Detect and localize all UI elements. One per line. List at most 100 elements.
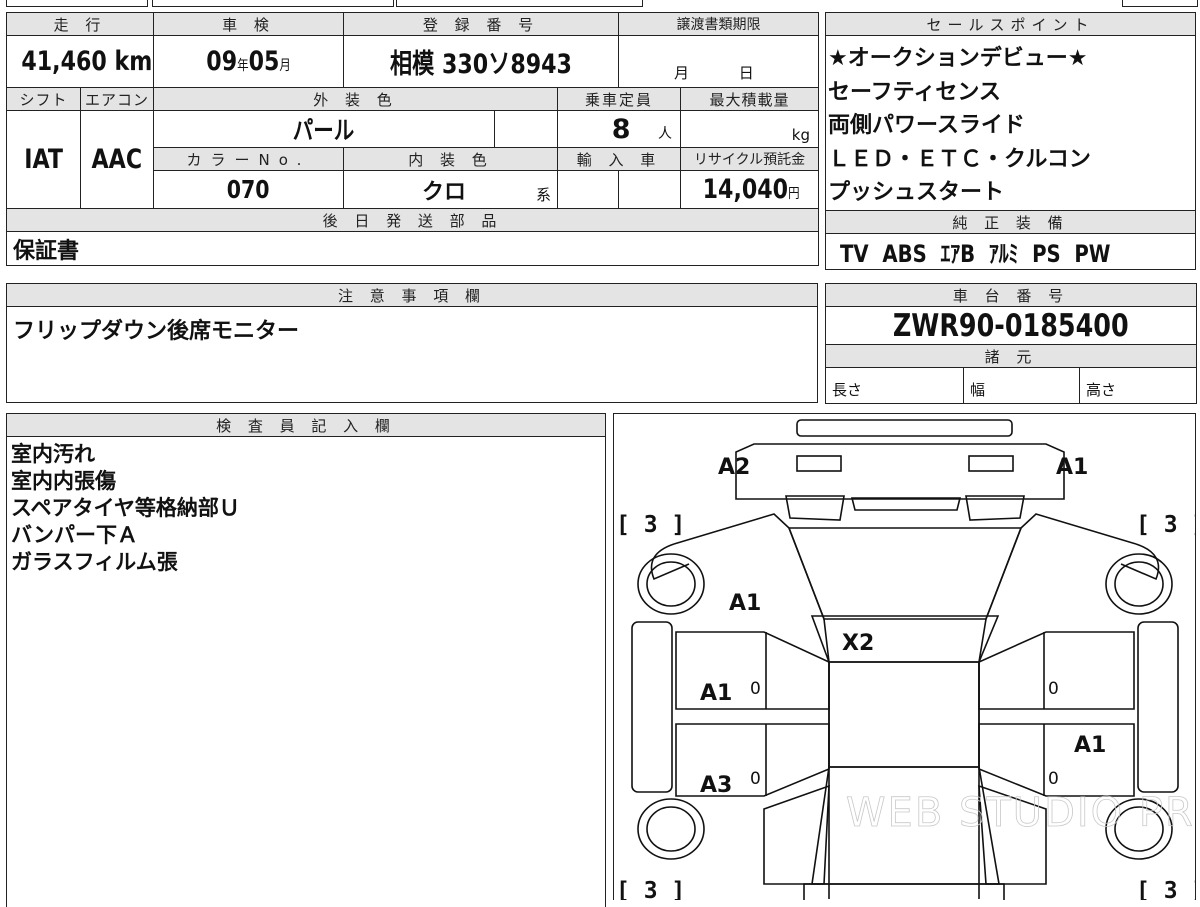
interior-color-cell: クロ 系: [343, 170, 558, 209]
spec-height-label: 高さ: [1078, 367, 1198, 404]
transfer-deadline-label: 譲渡書類期限: [618, 12, 819, 36]
recycle-value: 14,040: [702, 174, 788, 205]
mileage-unit: km: [114, 46, 153, 77]
inspector-note: バンパー下Ａ: [11, 523, 139, 547]
left-side-sill: [631, 621, 673, 793]
sales-points-label: セールスポイント: [825, 12, 1196, 36]
exterior-color-value: パール: [153, 110, 495, 148]
code-front-left: A2: [718, 455, 750, 480]
inspector-note: 室内内張傷: [11, 469, 116, 493]
front-bumper-outline: [735, 443, 1065, 500]
recycle-label: リサイクル預託金: [680, 147, 819, 171]
aircon-value: AAC: [80, 110, 154, 209]
notes-label: 注 意 事 項 欄: [6, 283, 818, 307]
mileage-cell: 41,460 km: [6, 35, 154, 88]
recycle-unit: 円: [787, 186, 800, 202]
registration-value: 相模 330ソ8943: [343, 35, 619, 88]
sales-point-line: ★オークションデビュー★: [828, 46, 1088, 71]
capacity-label: 乗車定員: [557, 87, 681, 111]
inspection-month: 05: [248, 46, 280, 77]
specs-label: 諸 元: [824, 344, 1198, 368]
top-strip-cell: [6, 0, 148, 7]
interior-color-suffix: 系: [535, 186, 551, 204]
chassis-table: 車 台 番 号 ZWR90-0185400 諸 元 長さ 幅 高さ: [824, 283, 1198, 404]
left-headlight: [796, 455, 842, 472]
right-side-sill: [1137, 621, 1179, 793]
notes-table: 注 意 事 項 欄 フリップダウン後席モニター: [6, 283, 818, 403]
transfer-day-unit: 日: [738, 64, 754, 82]
genuine-equipment-value: TV ABS ｴｱB ｱﾙﾐ PS PW: [825, 233, 1196, 270]
code-right-rear-door: A1: [1074, 733, 1106, 758]
transfer-month-unit: 月: [674, 64, 690, 82]
sales-point-line: ＬＥＤ・ＥＴＣ・クルコン: [828, 146, 1091, 172]
left-body-side: [673, 513, 830, 899]
max-load-label: 最大積載量: [680, 87, 819, 111]
chassis-label: 車 台 番 号: [824, 283, 1198, 307]
right-headlight: [968, 455, 1014, 472]
door-zero-mark: 0: [750, 679, 761, 699]
exterior-color-label: 外 装 色: [153, 87, 558, 111]
color-no-label: カラーNo.: [153, 147, 344, 171]
import-label: 輸 入 車: [557, 147, 681, 171]
tire-tread-rear-left: [ 3 ]: [616, 878, 685, 900]
code-left-front-door: A1: [700, 681, 732, 706]
inspector-note: スペアタイヤ等格納部Ｕ: [11, 496, 240, 520]
inspection-month-unit: 月: [279, 58, 291, 74]
front-right-wheel-inner: [1114, 561, 1164, 607]
later-shipment-label: 後 日 発 送 部 品: [6, 208, 819, 232]
chassis-value: ZWR90-0185400: [824, 306, 1198, 345]
registration-label: 登 録 番 号: [343, 12, 619, 36]
mileage-value: 41,460: [21, 46, 107, 77]
rear-left-wheel-inner: [646, 806, 696, 852]
sales-points-table: セールスポイント ★オークションデビュー★ セーフティセンス 両側パワースライド…: [825, 12, 1196, 270]
top-strip-cell: [396, 0, 643, 7]
roof-outline: [828, 661, 980, 768]
capacity-unit: 人: [658, 125, 672, 142]
top-strip-cell: [152, 0, 394, 7]
code-hood: X2: [842, 631, 874, 656]
top-strip-cell: [1122, 0, 1198, 7]
inspector-table: 検 査 員 記 入 欄 室内汚れ 室内内張傷 スペアタイヤ等格納部Ｕ バンパー下…: [6, 413, 606, 907]
inspector-label: 検 査 員 記 入 欄: [6, 413, 606, 437]
shift-value: IAT: [6, 110, 81, 209]
tire-tread-rear-right: [ 3 ]: [1136, 878, 1196, 900]
tire-tread-front-right: [ 3 ]: [1136, 512, 1196, 538]
sales-point-line: 両側パワースライド: [828, 113, 1025, 138]
rear-left-wheel: [637, 798, 705, 860]
spec-length-label: 長さ: [825, 367, 964, 404]
capacity-cell: 8 人: [557, 110, 681, 148]
color-no-value: 070: [153, 170, 344, 209]
inspection-cell: 09年05月: [153, 35, 344, 88]
inspection-year-unit: 年: [237, 58, 249, 74]
sales-point-line: セーフティセンス: [828, 79, 1001, 105]
max-load-cell: kg: [680, 110, 819, 148]
shift-label: シフト: [6, 87, 81, 111]
import-cell-b: [618, 170, 681, 209]
door-zero-mark: 0: [750, 769, 761, 789]
inspection-year: 09: [206, 46, 238, 77]
hood-outline: [787, 527, 1023, 620]
windshield-outline: [810, 615, 1000, 663]
later-shipment-value: 保証書: [6, 231, 819, 266]
capacity-value: 8: [611, 113, 631, 145]
inspector-note: 室内汚れ: [11, 442, 95, 466]
tire-tread-front-left: [ 3 ]: [616, 512, 685, 538]
door-zero-mark: 0: [1048, 679, 1059, 699]
max-load-unit: kg: [791, 126, 810, 144]
aircon-label: エアコン: [80, 87, 154, 111]
front-right-wheel: [1105, 553, 1173, 615]
registration-text: 相模 330ソ8943: [390, 49, 572, 80]
watermark: WEB STUDIO PRO: [846, 790, 1196, 836]
interior-color-label: 内 装 色: [343, 147, 558, 171]
code-front-right: A1: [1056, 455, 1088, 480]
import-cell-a: [557, 170, 619, 209]
roof-rack-slot: [796, 419, 1013, 437]
front-left-wheel: [637, 553, 705, 615]
car-outline-svg: [ 3 ] [ 3 ] [ 3 ] [ 3 ] A2 A1 A1 X2 A1 A…: [616, 419, 1196, 900]
genuine-equipment-label: 純 正 装 備: [825, 210, 1196, 234]
exterior-color-extra: [494, 110, 558, 148]
door-zero-mark: 0: [1048, 769, 1059, 789]
vehicle-info-table: 走 行 車 検 登 録 番 号 譲渡書類期限 41,460 km 09年05 月 …: [6, 12, 819, 266]
front-left-wheel-inner: [646, 561, 696, 607]
recycle-cell: 14,040円: [680, 170, 819, 209]
